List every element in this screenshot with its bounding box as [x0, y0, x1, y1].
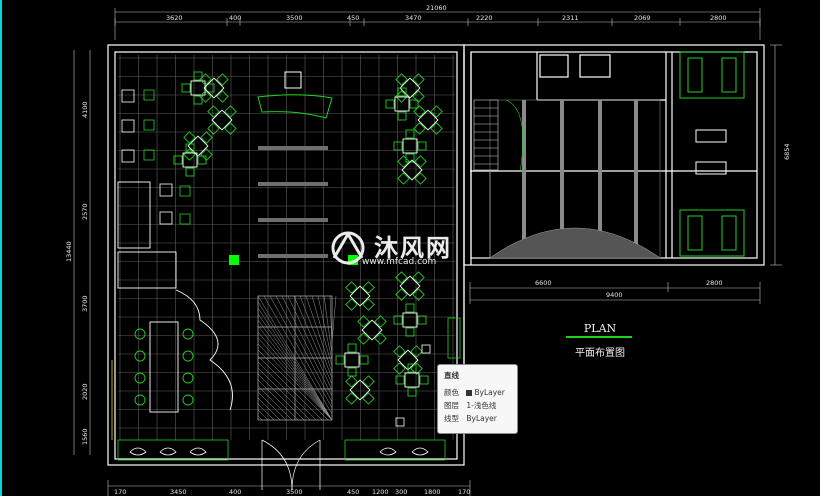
dimension-label: 2020 — [81, 383, 89, 400]
dining-table — [413, 105, 443, 135]
chair — [182, 328, 194, 340]
tooltip-label: 线型 — [444, 414, 459, 423]
dimension-label: 3470 — [405, 14, 422, 22]
lounge-chair — [129, 447, 147, 456]
left-total-dimension: 13440 — [65, 241, 73, 262]
chair — [134, 328, 146, 340]
bottom-lounge-sofas — [117, 439, 446, 461]
dimension-label: 3620 — [166, 14, 183, 22]
tooltip-title: 直线 — [444, 371, 459, 380]
dimension-label: 3500 — [286, 14, 303, 22]
chair — [134, 394, 146, 406]
chair — [134, 350, 146, 362]
dimension-label: 2311 — [562, 14, 579, 22]
right-total-dimension: 6854 — [783, 143, 791, 160]
dimension-label: 4100 — [81, 101, 89, 118]
left-dimension-segments: 4100 2570 3700 2020 1560 — [81, 101, 89, 445]
dimension-label: 3450 — [170, 488, 187, 496]
vip-sofas — [679, 51, 745, 257]
staircase — [473, 99, 524, 258]
right-lower-dim-2: 2800 — [706, 279, 723, 287]
tooltip-value: ByLayer — [474, 388, 505, 397]
properties-tooltip: 直线 颜色 ByLayer 图层 1-浅色线 线型 ByLayer — [437, 364, 518, 434]
chair — [182, 394, 194, 406]
top-dimension-segments: 3620 400 3500 450 3470 2220 2311 2069 2800 — [114, 14, 761, 26]
plan-subtitle: 平面布置图 — [575, 348, 625, 359]
dimension-label: 400 — [229, 488, 241, 496]
lounge-chair — [159, 447, 177, 456]
dimension-label: 3500 — [286, 488, 303, 496]
chair — [182, 372, 194, 384]
dimension-label: 170 — [114, 488, 126, 496]
dimension-label: 2800 — [710, 14, 727, 22]
dining-table — [345, 375, 375, 405]
top-dimension-line — [114, 8, 761, 40]
plan-title-underline — [566, 336, 632, 338]
color-swatch-icon — [466, 390, 473, 396]
right-lower-dim-total: 9400 — [606, 291, 623, 299]
right-lower-dim-1: 6600 — [535, 279, 552, 287]
dimension-label: 1800 — [424, 488, 441, 496]
lounge-chair — [189, 447, 207, 456]
dining-table — [395, 271, 425, 301]
dimension-label: 450 — [347, 14, 359, 22]
tooltip-label: 颜色 — [444, 388, 459, 397]
tooltip-row-linetype: 线型 ByLayer — [444, 413, 497, 424]
dimension-label: 2570 — [81, 203, 89, 220]
dining-table — [385, 87, 419, 121]
auditorium-floor — [489, 99, 661, 259]
tooltip-value: ByLayer — [466, 414, 497, 423]
dimension-label: 1560 — [81, 428, 89, 445]
right-dimension-line — [770, 44, 782, 266]
dimension-label: 300 — [395, 488, 407, 496]
walkway-bars — [258, 146, 328, 258]
watermark-url: www.mfcad.com — [362, 257, 437, 267]
dimension-label: 400 — [229, 14, 241, 22]
top-total-dimension: 21060 — [426, 4, 447, 12]
dimension-label: 2069 — [634, 14, 651, 22]
armchair — [121, 149, 155, 163]
armchair — [121, 119, 155, 133]
tooltip-row-color: 颜色 ByLayer — [444, 387, 505, 398]
dimension-label: 1200 — [372, 488, 389, 496]
dimension-label: 450 — [347, 488, 359, 496]
chair — [182, 350, 194, 362]
tooltip-value: 1-浅色线 — [466, 401, 497, 410]
tooltip-row-layer: 图层 1-浅色线 — [444, 400, 496, 411]
dimension-label: 3700 — [81, 295, 89, 312]
armchair — [159, 183, 191, 197]
dining-table — [181, 71, 215, 105]
dining-table — [335, 343, 369, 377]
lounge-chair — [411, 447, 429, 456]
plan-title: PLAN — [583, 322, 617, 335]
lounge-chair — [379, 447, 397, 456]
tooltip-label: 图层 — [444, 401, 459, 410]
dimension-label: 170 — [458, 488, 470, 496]
armchair — [121, 89, 155, 103]
dining-table — [207, 105, 237, 135]
dining-table — [393, 303, 427, 337]
chair — [134, 372, 146, 384]
armchair — [159, 211, 191, 225]
dimension-label: 2220 — [476, 14, 493, 22]
